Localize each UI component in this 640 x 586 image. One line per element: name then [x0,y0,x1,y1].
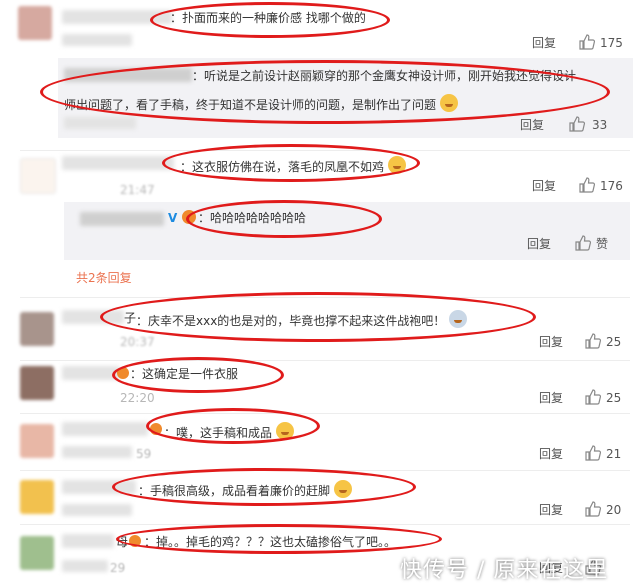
reply-button[interactable]: 回复 [520,117,544,133]
avatar[interactable] [20,312,54,346]
level-badge-icon [129,535,141,547]
thumbs-up-icon[interactable] [584,500,602,518]
username-blurred[interactable] [62,310,124,324]
comment-text: ：手稿很高级，成品看着廉价的赶脚 [138,484,331,498]
thumbs-up-icon[interactable] [578,33,596,51]
like-count: 175 [600,36,623,50]
username-blurred[interactable] [62,422,148,436]
comment-text: ：扑面而来的一种廉价感 找哪个做的 [170,11,366,25]
author-name-tail[interactable]: 母 [116,534,128,550]
divider [20,150,630,151]
reply-button[interactable]: 回复 [539,446,563,462]
comment-text: ：庆幸不是xxx的也是对的，毕竟也撑不起来这件战袍吧！ [136,314,446,328]
reply-button[interactable]: 回复 [527,236,551,252]
timestamp: 59 [136,447,152,461]
username-blurred[interactable] [62,534,114,548]
avatar[interactable] [18,6,52,40]
emoji-icon [439,94,458,112]
divider [20,297,630,298]
emoji-icon [387,156,406,174]
comment-text-wrap: ：庆幸不是xxx的也是对的，毕竟也撑不起来这件战袍吧！ [136,310,468,329]
view-replies-link[interactable]: 共2条回复 [76,270,132,286]
username-blurred[interactable] [62,366,120,380]
username-blurred[interactable] [62,156,174,170]
like-label[interactable]: 赞 [596,236,608,252]
timestamp-blurred [64,117,136,129]
like-count: 21 [606,447,622,461]
thumbs-up-icon[interactable] [568,115,586,133]
reply-button[interactable]: 回复 [532,35,556,51]
comment-text-continued: 师出问题了，看了手稿，终于知道不是设计师的问题，是制作出了问题 [64,98,437,112]
avatar[interactable] [20,158,56,194]
level-badge-icon [182,210,196,224]
thumbs-up-icon[interactable] [584,444,602,462]
username-blurred[interactable] [62,480,136,494]
thumbs-up-icon[interactable] [584,332,602,350]
reply-button[interactable]: 回复 [532,178,556,194]
timestamp: 22:20 [120,391,155,405]
reply-button[interactable]: 回复 [539,502,563,518]
avatar[interactable] [20,366,54,400]
timestamp: 29 [110,561,126,575]
comment-text: ：掉。。掉毛的鸡？？？这也太磕掺俗气了吧。。 [144,535,397,549]
like-count: 33 [592,118,608,132]
level-badge-icon [150,423,162,435]
author-name-tail[interactable]: 子 [124,310,136,326]
timestamp-blurred [62,560,108,572]
comment-text-wrap: ：噗，这手稿和成品 [164,422,294,441]
username-blurred[interactable] [62,10,172,24]
avatar[interactable] [20,480,54,514]
thumbs-up-icon[interactable] [584,388,602,406]
divider [20,524,630,525]
reply-button[interactable]: 回复 [539,334,563,350]
divider [20,470,630,471]
divider [20,413,630,414]
level-badge-icon [117,367,129,379]
thumbs-up-icon[interactable] [578,176,596,194]
emoji-icon [333,480,352,498]
avatar[interactable] [20,536,54,570]
comment-text: ：哈哈哈哈哈哈哈哈 [198,211,307,225]
verified-icon: V [168,211,178,225]
like-count: 25 [606,335,622,349]
comment-text: ：听说是之前设计赵丽颖穿的那个金鹰女神设计师，刚开始我还觉得设计 [192,69,577,83]
username-blurred[interactable] [64,68,192,82]
timestamp: 20:37 [120,335,155,349]
comment-text-line2: 师出问题了，看了手稿，终于知道不是设计师的问题，是制作出了问题 [64,94,458,113]
like-count: 176 [600,179,623,193]
comment-text-wrap: ：这衣服仿佛在说，落毛的凤凰不如鸡 [180,156,406,175]
timestamp: 21:47 [120,183,155,197]
timestamp-blurred [62,504,132,516]
comment-text: ：噗，这手稿和成品 [164,426,273,440]
comment-text-wrap: ：手稿很高级，成品看着廉价的赶脚 [138,480,352,499]
reply-button[interactable]: 回复 [539,390,563,406]
watermark: 快传号 / 原来在这里 [400,558,609,583]
timestamp-blurred [62,446,132,458]
like-count: 25 [606,391,622,405]
like-count: 20 [606,503,622,517]
emoji-icon [275,422,294,440]
thumbs-up-icon[interactable] [574,234,592,252]
divider [20,360,630,361]
timestamp-blurred [62,34,132,46]
avatar[interactable] [20,424,54,458]
emoji-icon [449,310,468,328]
comment-text: ：这确定是一件衣服 [130,367,239,381]
username-blurred[interactable] [80,212,164,226]
comment-text: ：这衣服仿佛在说，落毛的凤凰不如鸡 [180,160,385,174]
